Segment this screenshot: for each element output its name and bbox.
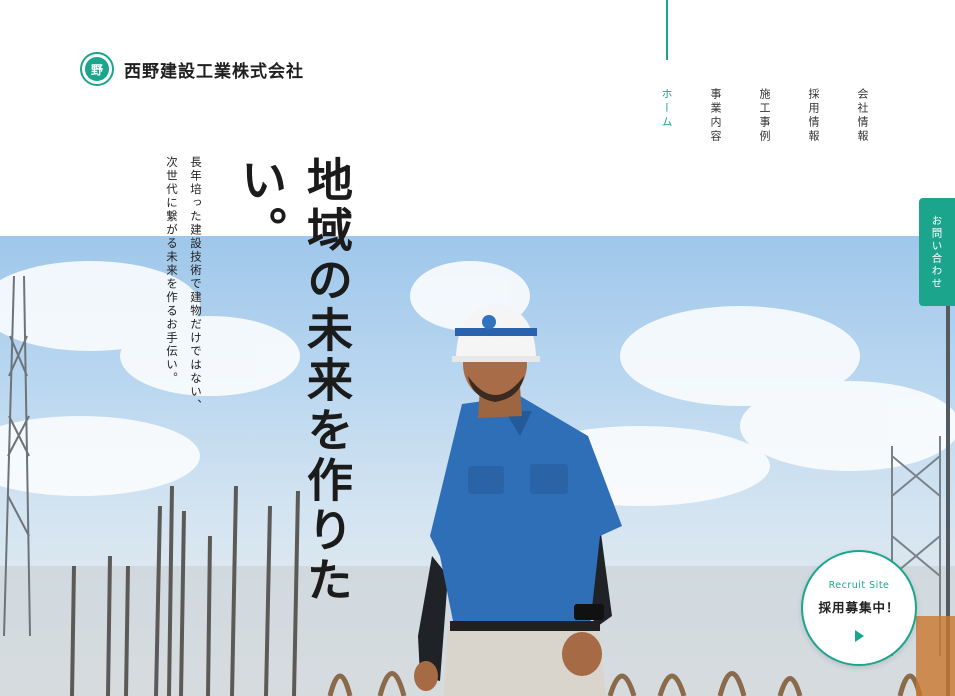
hero-subcopy: 長年培った建設技術で建物だけではない、 次世代に繋がる未来を作るお手伝い。 — [160, 156, 208, 413]
contact-tab-label: お問い合わせ — [930, 214, 943, 290]
logo-mark-icon: 野 — [80, 52, 114, 86]
hero-headline: 地域の未来を作りたい。 — [234, 156, 354, 606]
recruit-label-jp: 採用募集中！ — [818, 600, 900, 615]
company-name: 西野建設工業株式会社 — [124, 61, 304, 82]
site-logo[interactable]: 野 西野建設工業株式会社 — [80, 52, 304, 86]
play-arrow-icon — [846, 613, 864, 642]
hero-subcopy-line-2: 次世代に繋がる未来を作るお手伝い。 — [165, 156, 179, 386]
hero-subcopy-line-1: 長年培った建設技術で建物だけではない、 — [189, 156, 203, 413]
nav-item-recruit[interactable]: 採用情報 — [805, 88, 822, 144]
contact-tab-button[interactable]: お問い合わせ — [919, 198, 955, 306]
nav-item-company[interactable]: 会社情報 — [854, 88, 871, 144]
main-nav: ホーム 事業内容 施工事例 採用情報 会社情報 — [658, 88, 871, 144]
nav-item-business[interactable]: 事業内容 — [707, 88, 724, 144]
logo-mark-char: 野 — [85, 57, 109, 81]
recruit-site-button[interactable]: Recruit Site 採用募集中！ — [801, 550, 917, 666]
top-accent-line — [666, 0, 668, 60]
nav-item-home[interactable]: ホーム — [658, 88, 675, 144]
nav-item-works[interactable]: 施工事例 — [756, 88, 773, 144]
recruit-label-en: Recruit Site — [828, 580, 890, 591]
